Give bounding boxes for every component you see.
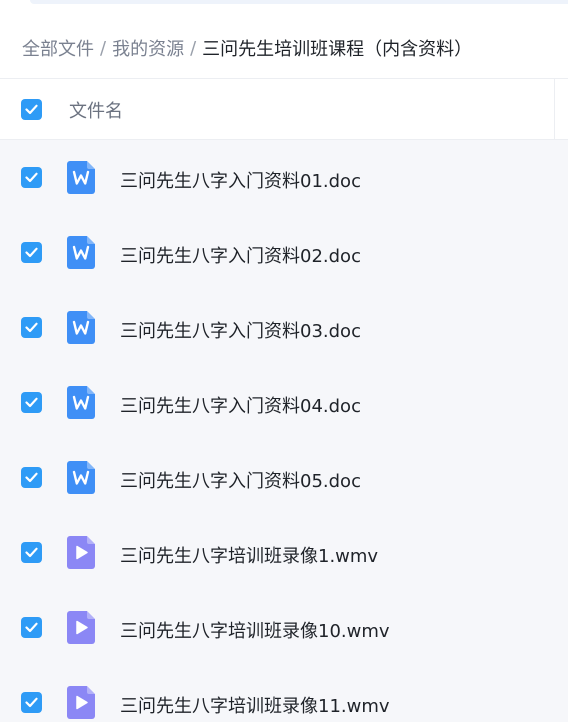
top-toolbar-edge <box>30 0 568 4</box>
checkmark-icon <box>25 397 38 408</box>
column-header-filename[interactable]: 文件名 <box>69 97 123 123</box>
video-file-icon <box>67 536 95 569</box>
file-row[interactable]: 三问先生八字入门资料01.doc <box>0 140 568 215</box>
file-row[interactable]: 三问先生八字入门资料04.doc <box>0 365 568 440</box>
file-name[interactable]: 三问先生八字入门资料04.doc <box>120 392 361 418</box>
video-file-icon <box>67 686 95 719</box>
checkmark-icon <box>25 697 38 708</box>
file-name[interactable]: 三问先生八字入门资料02.doc <box>120 242 361 268</box>
video-file-icon <box>67 611 95 644</box>
checkmark-icon <box>25 472 38 483</box>
file-list-header: 文件名 <box>0 78 568 140</box>
file-name[interactable]: 三问先生八字培训班录像1.wmv <box>120 542 378 568</box>
file-name[interactable]: 三问先生八字培训班录像10.wmv <box>120 617 390 643</box>
file-select-checkbox[interactable] <box>21 392 42 413</box>
checkmark-icon <box>25 247 38 258</box>
file-row[interactable]: 三问先生八字培训班录像11.wmv <box>0 665 568 722</box>
file-name[interactable]: 三问先生八字培训班录像11.wmv <box>120 692 390 718</box>
checkmark-icon <box>25 322 38 333</box>
word-document-icon <box>67 386 95 419</box>
word-document-icon <box>67 311 95 344</box>
file-name[interactable]: 三问先生八字入门资料05.doc <box>120 467 361 493</box>
file-row[interactable]: 三问先生八字入门资料05.doc <box>0 440 568 515</box>
checkmark-icon <box>25 622 38 633</box>
file-select-checkbox[interactable] <box>21 467 42 488</box>
breadcrumb-separator: / <box>100 37 107 59</box>
file-select-checkbox[interactable] <box>21 692 42 713</box>
file-row[interactable]: 三问先生八字培训班录像1.wmv <box>0 515 568 590</box>
file-select-checkbox[interactable] <box>21 542 42 563</box>
breadcrumb: 全部文件 / 我的资源 / 三问先生培训班课程（内含资料） <box>22 30 472 66</box>
file-browser-page: 全部文件 / 我的资源 / 三问先生培训班课程（内含资料） 文件名 三问先生八字… <box>0 0 568 722</box>
word-document-icon <box>67 161 95 194</box>
select-all-checkbox[interactable] <box>21 99 42 120</box>
file-list: 三问先生八字入门资料01.doc 三问先生八字入门资料02.doc 三问先生八字入门… <box>0 140 568 722</box>
file-row[interactable]: 三问先生八字入门资料03.doc <box>0 290 568 365</box>
word-document-icon <box>67 236 95 269</box>
file-select-checkbox[interactable] <box>21 242 42 263</box>
file-name[interactable]: 三问先生八字入门资料03.doc <box>120 317 361 343</box>
file-select-checkbox[interactable] <box>21 167 42 188</box>
breadcrumb-my-resources-link[interactable]: 我的资源 <box>112 35 184 61</box>
word-document-icon <box>67 461 95 494</box>
breadcrumb-current-folder: 三问先生培训班课程（内含资料） <box>202 39 473 60</box>
file-row[interactable]: 三问先生八字培训班录像10.wmv <box>0 590 568 665</box>
file-row[interactable]: 三问先生八字入门资料02.doc <box>0 215 568 290</box>
breadcrumb-root-link[interactable]: 全部文件 <box>22 35 94 61</box>
checkmark-icon <box>25 104 38 115</box>
file-select-checkbox[interactable] <box>21 617 42 638</box>
breadcrumb-separator: / <box>190 37 197 59</box>
file-select-checkbox[interactable] <box>21 317 42 338</box>
checkmark-icon <box>25 547 38 558</box>
checkmark-icon <box>25 172 38 183</box>
column-divider <box>554 79 555 139</box>
file-name[interactable]: 三问先生八字入门资料01.doc <box>120 167 361 193</box>
